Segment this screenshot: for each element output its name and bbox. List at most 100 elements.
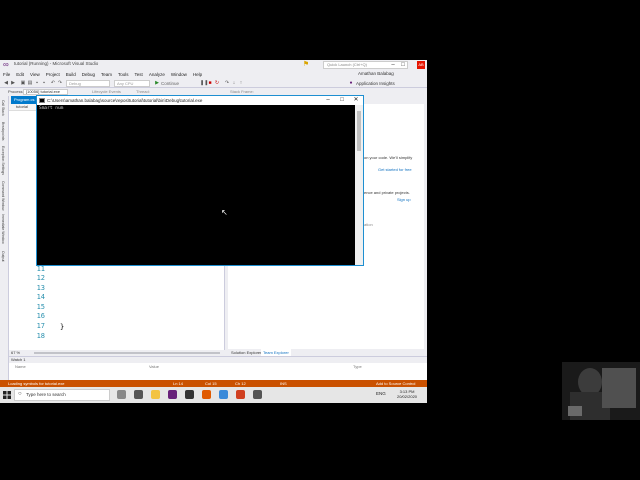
continue-button[interactable]: Continue (161, 80, 179, 87)
menu-analyze[interactable]: Analyze (149, 72, 165, 77)
step-over-icon[interactable]: ↷ (224, 80, 230, 86)
menu-debug[interactable]: Debug (82, 72, 95, 77)
tab-program-cs[interactable]: Program.cs (11, 96, 38, 104)
platform-select[interactable]: Any CPU (114, 80, 150, 87)
tab-team-explorer[interactable]: Team Explorer (261, 349, 291, 356)
menu-edit[interactable]: Edit (16, 72, 24, 77)
console-scrollbar[interactable] (355, 105, 363, 265)
console-output: Smart num (39, 106, 64, 111)
app-taskbar-icon[interactable] (219, 390, 228, 399)
sign-up-link[interactable]: Sign up (397, 197, 411, 202)
play-icon[interactable]: ▶ (154, 80, 160, 86)
restart-icon[interactable]: ↻ (214, 80, 220, 86)
menu-window[interactable]: Window (171, 72, 187, 77)
status-insert-mode: INS (280, 381, 287, 386)
taskbar-clock[interactable]: 3:13 PM 20/02/2020 (397, 389, 417, 399)
side-tab-command-window[interactable]: Command Window (1, 181, 5, 211)
minimize-button[interactable]: – (388, 60, 398, 70)
console-minimize-button[interactable]: – (321, 96, 335, 105)
file-explorer-icon[interactable] (151, 390, 160, 399)
side-tab-immediate-window[interactable]: Immediate Window (1, 214, 5, 244)
console-title-bar: C:\Users\amathan.balabag\source\repos\tu… (37, 96, 363, 105)
visual-studio-logo-icon: ∞ (3, 60, 9, 69)
pause-icon[interactable]: ❚❚ (200, 80, 208, 86)
console-maximize-button[interactable]: □ (335, 96, 349, 105)
code-closing-brace: } (60, 323, 65, 331)
console-title: C:\Users\amathan.balabag\source\repos\tu… (47, 98, 203, 103)
status-line: Ln 14 (173, 381, 184, 386)
side-tab-output[interactable]: Output (1, 251, 5, 262)
horizontal-scrollbar[interactable] (34, 352, 220, 354)
terminal-taskbar-icon[interactable] (185, 390, 194, 399)
watch-column-value: Value (149, 364, 159, 369)
application-insights-button[interactable]: Application Insights (356, 79, 395, 88)
line-number: 12 (36, 274, 45, 282)
title-bar: ∞ tutorial (Running) - Microsoft Visual … (0, 60, 427, 70)
watch-column-type: Type (353, 364, 362, 369)
app2-taskbar-icon[interactable] (236, 390, 245, 399)
webcam-overlay (562, 362, 640, 420)
left-tool-strip: Call Stack Breakpoints Exception Setting… (0, 96, 9, 386)
open-file-icon[interactable]: ▤ (27, 80, 33, 86)
side-tab-breakpoints[interactable]: Breakpoints (1, 122, 5, 140)
watch-title: Watch 1 (9, 357, 427, 363)
panel-text-3: ation (364, 222, 373, 227)
tab-solution-explorer[interactable]: Solution Explorer (229, 349, 263, 356)
account-name[interactable]: Amathan Balabag (358, 71, 394, 76)
search-icon: ○ (18, 391, 22, 397)
console-scroll-thumb[interactable] (357, 111, 361, 151)
menu-build[interactable]: Build (66, 72, 76, 77)
user-avatar[interactable]: AB (417, 61, 425, 69)
status-bar: Loading symbols for tutorial.exe Ln 14 C… (0, 380, 427, 387)
menu-help[interactable]: Help (193, 72, 202, 77)
windows-start-icon[interactable] (3, 391, 11, 399)
cortana-icon[interactable] (117, 390, 126, 399)
menu-test[interactable]: Test (135, 72, 143, 77)
save-icon[interactable]: ▪ (34, 80, 40, 86)
process-label: Process: (8, 89, 24, 94)
watch-panel: Watch 1 Name Value Type (9, 356, 427, 383)
task-view-icon[interactable] (134, 390, 143, 399)
stop-icon[interactable]: ■ (207, 80, 213, 86)
menu-tools[interactable]: Tools (118, 72, 129, 77)
line-number: 17 (36, 322, 45, 330)
window-title: tutorial (Running) - Microsoft Visual St… (14, 61, 99, 66)
menu-file[interactable]: File (3, 72, 10, 77)
undo-icon[interactable]: ↶ (50, 80, 56, 86)
redo-icon[interactable]: ↷ (57, 80, 63, 86)
menu-project[interactable]: Project (46, 72, 60, 77)
console-app-icon (39, 98, 45, 103)
status-message: Loading symbols for tutorial.exe (8, 381, 65, 386)
back-icon[interactable]: ◀ (3, 80, 9, 86)
line-number: 18 (36, 332, 45, 340)
mouse-cursor-icon: ↖ (221, 208, 228, 217)
step-out-icon[interactable]: ↑ (238, 80, 244, 86)
taskbar-search-input[interactable]: Type here to search (14, 389, 110, 401)
browser-taskbar-icon[interactable] (202, 390, 211, 399)
console-window[interactable]: C:\Users\amathan.balabag\source\repos\tu… (36, 95, 364, 266)
notification-flag-icon[interactable]: ⚑ (302, 61, 310, 69)
save-all-icon[interactable]: ▪ (41, 80, 47, 86)
clock-date: 20/02/2020 (397, 394, 418, 399)
console-close-button[interactable]: ✕ (349, 96, 363, 105)
panel-text-2: ence and private projects. (364, 190, 410, 195)
console-taskbar-icon[interactable] (253, 390, 262, 399)
language-indicator[interactable]: ENG (376, 391, 386, 396)
configuration-select[interactable]: Debug (66, 80, 110, 87)
forward-icon[interactable]: ▶ (10, 80, 16, 86)
watch-column-name: Name (15, 364, 26, 369)
new-project-icon[interactable]: ▣ (20, 80, 26, 86)
add-to-source-control-button[interactable]: Add to Source Control (376, 380, 415, 387)
menu-view[interactable]: View (30, 72, 40, 77)
status-char: Ch 12 (235, 381, 246, 386)
lightbulb-icon: ● (349, 80, 353, 86)
menu-team[interactable]: Team (101, 72, 112, 77)
maximize-button[interactable]: □ (398, 60, 408, 70)
get-started-link[interactable]: Get started for free (378, 167, 412, 172)
side-tab-call-stack[interactable]: Call Stack (1, 100, 5, 116)
webcam-image (562, 362, 640, 420)
side-tab-exception-settings[interactable]: Exception Settings (1, 146, 5, 175)
line-number: 14 (36, 293, 45, 301)
step-into-icon[interactable]: ↓ (231, 80, 237, 86)
visual-studio-taskbar-icon[interactable] (168, 390, 177, 399)
